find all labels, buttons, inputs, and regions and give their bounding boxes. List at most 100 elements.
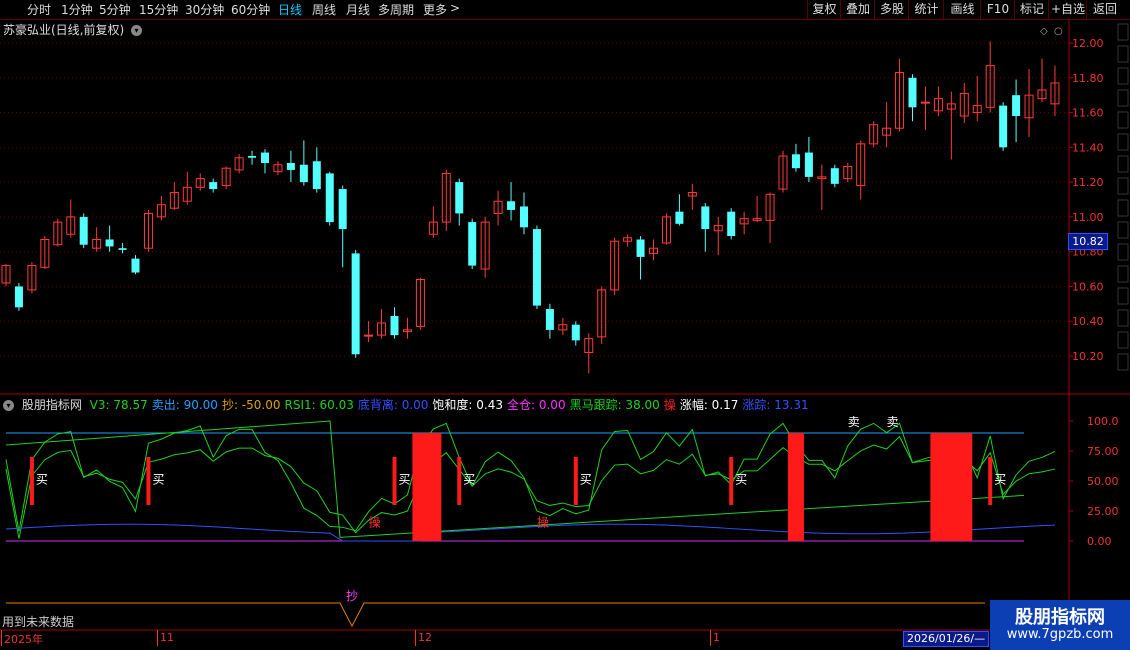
date-label-2: 12 [418,631,432,644]
candle-body-down [14,286,23,308]
edge-label-box [1117,309,1129,327]
edge-label-box [1117,331,1129,349]
candle-body-down [999,105,1008,148]
indicator-name[interactable]: 股朋指标网 [22,398,82,412]
price-tick-label: 11.00 [1072,211,1104,224]
edge-label-box [1117,89,1129,107]
indicator-header: ▾ 股朋指标网 V3: 78.57 卖出: 90.00 抄: -50.00 RSI1:… [0,396,1070,412]
candle-body-up [364,334,374,337]
buy-signal-bar [457,457,462,505]
candle-body-down [701,206,710,230]
candle-body-down [105,239,114,247]
indicator-value-2: 抄: -50.00 [221,398,281,412]
price-tick-label: 11.60 [1072,107,1104,120]
candle-body-down [520,206,528,228]
buy-marker: 买 [36,472,48,486]
indicator-value-5: 饱和度: 0.43 [432,398,503,412]
edge-label-box [1117,265,1129,283]
candle-body-down [79,216,88,245]
candle-body-down [390,316,399,336]
candle-body-down [209,182,218,190]
candle-body-down [299,164,308,183]
indicator-value-8: 操 [663,398,676,412]
indicator-value-3: RSI1: 60.03 [284,398,354,412]
date-label-3: 1 [713,631,720,644]
date-label-1: 11 [160,631,174,644]
edge-label-box [1117,23,1129,41]
ind-tick-label: 50.00 [1087,475,1119,488]
price-tick-label: 10.40 [1072,315,1104,328]
buy-marker: 买 [152,472,164,486]
indicator-value-1: 卖出: 90.00 [151,398,218,412]
candle-body-up [920,101,930,104]
indicator-value-0: V3: 78.57 [89,398,148,412]
sell-marker: 卖 [848,415,860,429]
circle-icon: ○ [1054,26,1063,37]
watermark-url: www.7gpzb.com [1006,627,1114,642]
date-tick [710,630,711,646]
candle-body-down [830,168,839,184]
current-price-tag: 10.82 [1068,233,1108,250]
buy-signal-bar [146,457,151,505]
candle-body-down [1012,95,1021,117]
sell-marker: 卖 [887,415,899,429]
current-date-box: 2026/01/26/— [903,631,990,647]
buy-marker: 买 [399,472,411,486]
candle-body-down [804,152,813,177]
price-tick-label: 11.80 [1072,72,1104,85]
indicator-value-9: 涨幅: 0.17 [679,398,739,412]
op-marker: 操 [537,515,549,530]
price-tick-label: 10.60 [1072,280,1104,293]
edge-label-box [1117,133,1129,151]
price-tick-label: 12.00 [1072,37,1104,50]
edge-label-box [1117,177,1129,195]
buy-signal-bar [988,457,993,505]
candle-body-down [545,309,554,330]
candle-body-down [571,324,580,341]
buy-signal-bar [729,457,734,505]
candle-body-down [261,152,269,163]
buy-marker: 买 [463,472,475,486]
date-tick [157,630,158,646]
collapse-icon[interactable]: ▾ [3,400,14,411]
ind-tick-label: 25.00 [1087,505,1119,518]
future-data-note: 用到未来数据 [2,615,75,629]
edge-label-box [1117,221,1129,239]
sell-block [787,433,804,541]
edge-label-box [1117,353,1129,371]
chao-marker: 抄 [346,589,358,603]
candle-body-down [532,229,541,306]
rsi1-line [5,435,1056,539]
candle-body-down [727,211,736,237]
candle-body-down [286,162,295,170]
trend-line [5,523,1055,542]
date-tick [415,630,416,646]
buy-signal-bar [29,457,34,505]
ind-tick-label: 0.00 [1087,535,1112,548]
candle-body-down [468,222,477,266]
buy-signal-bar [392,457,397,505]
watermark-logo: 股朋指标网 www.7gpzb.com [990,600,1130,650]
edge-label-box [1117,199,1129,217]
edge-label-box [1117,67,1129,85]
buy-marker: 买 [735,472,747,486]
candle-body-down [636,239,645,257]
candle-body-down [507,201,516,210]
chart-canvas[interactable]: 12.0011.8011.6011.4011.2011.0010.8010.60… [0,0,1130,650]
edge-label-box [1117,45,1129,63]
ind-tick-label: 100.0 [1087,415,1119,428]
candle-body-down [791,154,800,169]
chao-line [6,602,985,628]
candle-body-down [118,248,127,250]
candle-body-down [312,161,321,190]
edge-label-box [1117,243,1129,261]
date-label-0: 2025年 [4,633,43,646]
buy-marker: 买 [994,472,1006,486]
indicator-value-7: 黑马跟踪: 38.00 [569,398,660,412]
edge-label-box [1117,287,1129,305]
price-tick-label: 10.20 [1072,350,1104,363]
indicator-value-10: 涨踪: 13.31 [742,398,809,412]
candle-body-down [131,258,140,273]
indicator-value-6: 全仓: 0.00 [507,398,566,412]
date-tick [1,630,2,646]
